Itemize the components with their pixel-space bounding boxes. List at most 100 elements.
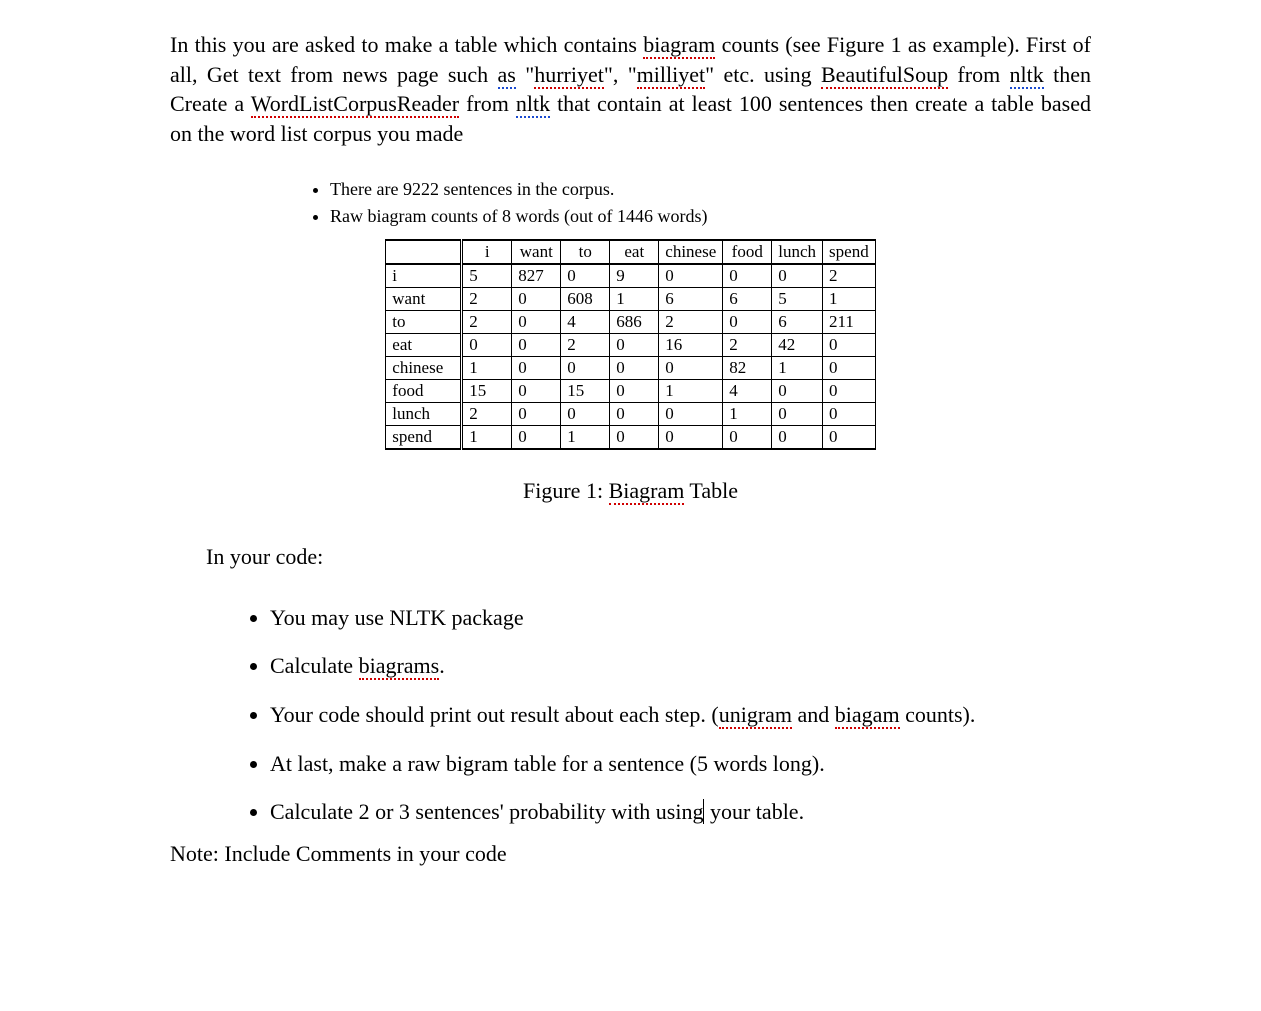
col-header: chinese (659, 240, 723, 264)
cell: 6 (659, 287, 723, 310)
cell: 0 (512, 425, 561, 449)
table-corner-cell (386, 240, 462, 264)
col-header: eat (610, 240, 659, 264)
cell: 82 (723, 356, 772, 379)
cell: 5 (462, 264, 512, 288)
cell: 0 (723, 264, 772, 288)
cell: 0 (610, 333, 659, 356)
spell-biagram-caption: Biagram (609, 478, 685, 505)
cell: 211 (823, 310, 876, 333)
cell: 0 (823, 333, 876, 356)
cell: 0 (723, 425, 772, 449)
row-header: i (386, 264, 462, 288)
cell: 0 (823, 425, 876, 449)
list-item: Raw biagram counts of 8 words (out of 14… (330, 206, 1091, 227)
spell-beautifulsoup: BeautifulSoup (821, 62, 948, 89)
spell-wordlistcorpusreader: WordListCorpusReader (251, 91, 459, 118)
requirements-list: You may use NLTK package Calculate biagr… (170, 604, 1091, 827)
cell: 0 (772, 402, 823, 425)
cell: 9 (610, 264, 659, 288)
cell: 2 (659, 310, 723, 333)
cell: 15 (561, 379, 610, 402)
cell: 1 (723, 402, 772, 425)
document-page: In this you are asked to make a table wh… (0, 0, 1261, 1011)
text: counts). (900, 702, 976, 727)
cell: 0 (823, 356, 876, 379)
cell: 0 (823, 402, 876, 425)
cell: 5 (772, 287, 823, 310)
spell-unigram: unigram (719, 702, 792, 729)
cell: 1 (659, 379, 723, 402)
row-header: chinese (386, 356, 462, 379)
cell: 6 (723, 287, 772, 310)
cell: 0 (610, 402, 659, 425)
cell: 1 (462, 425, 512, 449)
col-header: lunch (772, 240, 823, 264)
cell: 0 (610, 425, 659, 449)
intro-paragraph: In this you are asked to make a table wh… (170, 30, 1091, 149)
figure-caption-suffix: Table (684, 478, 738, 503)
cell: 4 (561, 310, 610, 333)
spell-milliyet: milliyet (637, 62, 705, 89)
spell-biagram: biagram (643, 32, 715, 59)
cell: 0 (462, 333, 512, 356)
figure-caption: Figure 1: Biagram Table (170, 478, 1091, 504)
col-header: want (512, 240, 561, 264)
section-label: In your code: (206, 544, 1091, 570)
spell-biagam: biagam (835, 702, 900, 729)
bigram-table-wrap: i want to eat chinese food lunch spend i… (170, 239, 1091, 450)
corpus-info-list: There are 9222 sentences in the corpus. … (170, 179, 1091, 227)
cell: 0 (512, 333, 561, 356)
text: Your code should print out result about … (270, 702, 719, 727)
table-row: chinese 1 0 0 0 0 82 1 0 (386, 356, 875, 379)
row-header: food (386, 379, 462, 402)
table-row: spend 1 0 1 0 0 0 0 0 (386, 425, 875, 449)
cell: 2 (723, 333, 772, 356)
cell: 16 (659, 333, 723, 356)
spell-hurriyet: hurriyet (534, 62, 604, 89)
cell: 42 (772, 333, 823, 356)
bigram-table: i want to eat chinese food lunch spend i… (385, 239, 875, 450)
cell: 686 (610, 310, 659, 333)
cell: 0 (512, 310, 561, 333)
table-row: want 2 0 608 1 6 6 5 1 (386, 287, 875, 310)
cell: 2 (462, 402, 512, 425)
cell: 0 (512, 356, 561, 379)
cell: 4 (723, 379, 772, 402)
table-row: i 5 827 0 9 0 0 0 2 (386, 264, 875, 288)
cell: 0 (659, 264, 723, 288)
table-row: lunch 2 0 0 0 0 1 0 0 (386, 402, 875, 425)
row-header: to (386, 310, 462, 333)
text: Calculate 2 or 3 sentences' probability … (270, 799, 703, 824)
cell: 0 (512, 402, 561, 425)
cell: 0 (823, 379, 876, 402)
table-header-row: i want to eat chinese food lunch spend (386, 240, 875, 264)
col-header: i (462, 240, 512, 264)
note-line: Note: Include Comments in your code (170, 841, 1091, 867)
spell-biagrams: biagrams (359, 653, 440, 680)
list-item: Your code should print out result about … (270, 701, 1091, 730)
cell: 1 (462, 356, 512, 379)
list-item: You may use NLTK package (270, 604, 1091, 633)
cell: 1 (561, 425, 610, 449)
row-header: eat (386, 333, 462, 356)
text: your table. (704, 799, 804, 824)
cell: 0 (772, 425, 823, 449)
cell: 1 (823, 287, 876, 310)
cell: 608 (561, 287, 610, 310)
cell: 0 (561, 264, 610, 288)
list-item: At last, make a raw bigram table for a s… (270, 750, 1091, 779)
text: and (792, 702, 835, 727)
cell: 1 (772, 356, 823, 379)
col-header: to (561, 240, 610, 264)
row-header: want (386, 287, 462, 310)
col-header: food (723, 240, 772, 264)
cell: 0 (723, 310, 772, 333)
cell: 1 (610, 287, 659, 310)
figure-caption-prefix: Figure 1: (523, 478, 609, 503)
cell: 0 (772, 264, 823, 288)
cell: 0 (561, 356, 610, 379)
row-header: lunch (386, 402, 462, 425)
cell: 2 (462, 310, 512, 333)
cell: 2 (561, 333, 610, 356)
